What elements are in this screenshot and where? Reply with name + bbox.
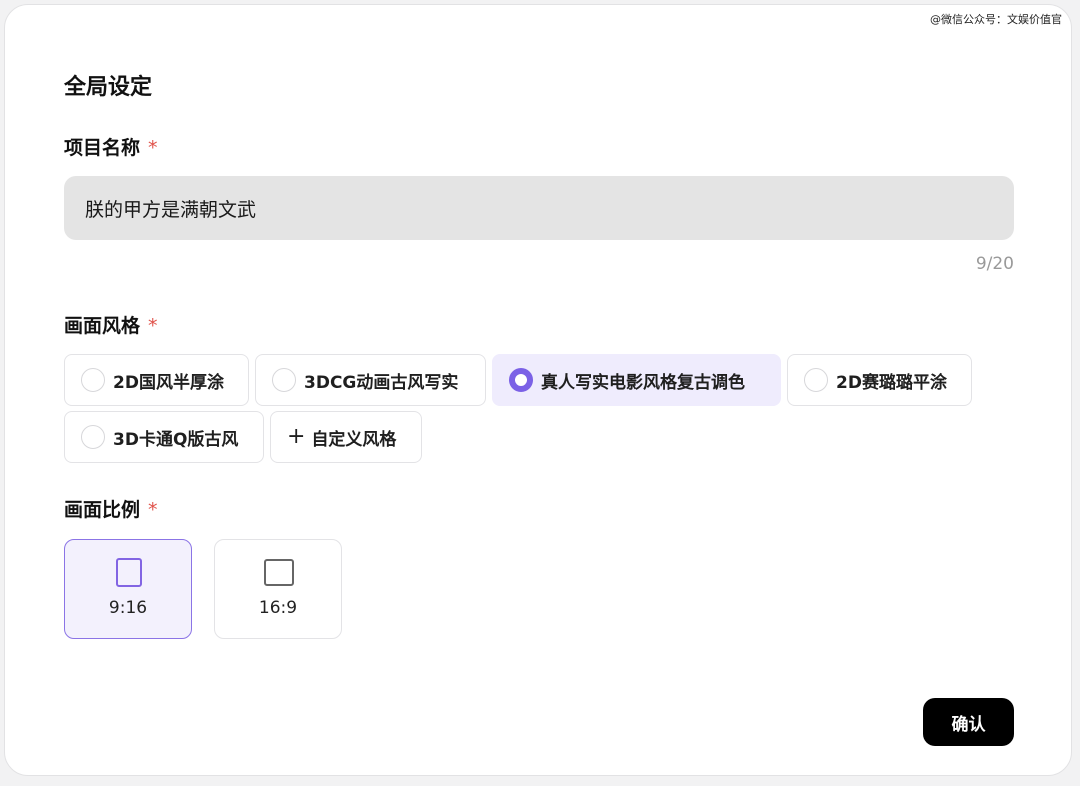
style-option-label: 3DCG动画古风写实: [304, 372, 459, 393]
ratio-option-label: 9:16: [108, 598, 148, 618]
required-mark: *: [148, 137, 158, 159]
style-option-3d-cartoon[interactable]: 3D卡通Q版古风: [64, 411, 264, 463]
ratio-option-9-16[interactable]: 9:16: [64, 539, 192, 639]
radio-icon: [81, 425, 105, 449]
style-label-text: 画面风格: [64, 315, 141, 337]
style-option-3dcg[interactable]: 3DCG动画古风写实: [255, 354, 486, 406]
ratio-label: 画面比例 *: [64, 495, 158, 522]
required-mark: *: [148, 499, 158, 521]
radio-icon: [804, 368, 828, 392]
radio-icon: [81, 368, 105, 392]
watermark-text: @微信公众号：文娱价值官: [930, 13, 1062, 26]
project-name-label-text: 项目名称: [64, 137, 141, 159]
style-option-label: 3D卡通Q版古风: [113, 429, 239, 450]
confirm-button[interactable]: 确认: [923, 698, 1014, 746]
custom-style-button[interactable]: + 自定义风格: [270, 411, 422, 463]
ratio-option-label: 16:9: [258, 598, 298, 618]
radio-icon: [272, 368, 296, 392]
plus-icon: +: [287, 424, 306, 449]
style-option-2d-guofeng[interactable]: 2D国风半厚涂: [64, 354, 249, 406]
style-option-live-action[interactable]: 真人写实电影风格复古调色: [492, 354, 781, 406]
dialog-title: 全局设定: [64, 75, 153, 100]
style-label: 画面风格 *: [64, 311, 158, 338]
style-option-label: 真人写实电影风格复古调色: [541, 372, 745, 393]
style-option-label: 2D国风半厚涂: [113, 372, 224, 393]
ratio-label-text: 画面比例: [64, 499, 141, 521]
character-counter: 9/20: [975, 254, 1014, 274]
required-mark: *: [148, 315, 158, 337]
style-option-label: 2D赛璐璐平涂: [836, 372, 947, 393]
portrait-frame-icon: [116, 558, 142, 587]
custom-style-label: 自定义风格: [311, 429, 397, 450]
global-settings-dialog: 全局设定 项目名称 * 9/20 画面风格 * 2D国风半厚涂 3DCG动画古风写实…: [4, 4, 1072, 776]
project-name-label: 项目名称 *: [64, 133, 158, 160]
ratio-option-16-9[interactable]: 16:9: [214, 539, 342, 639]
radio-selected-icon: [509, 368, 533, 392]
landscape-frame-icon: [264, 559, 294, 586]
project-name-input[interactable]: [64, 176, 1014, 240]
style-option-2d-celluloid[interactable]: 2D赛璐璐平涂: [787, 354, 972, 406]
